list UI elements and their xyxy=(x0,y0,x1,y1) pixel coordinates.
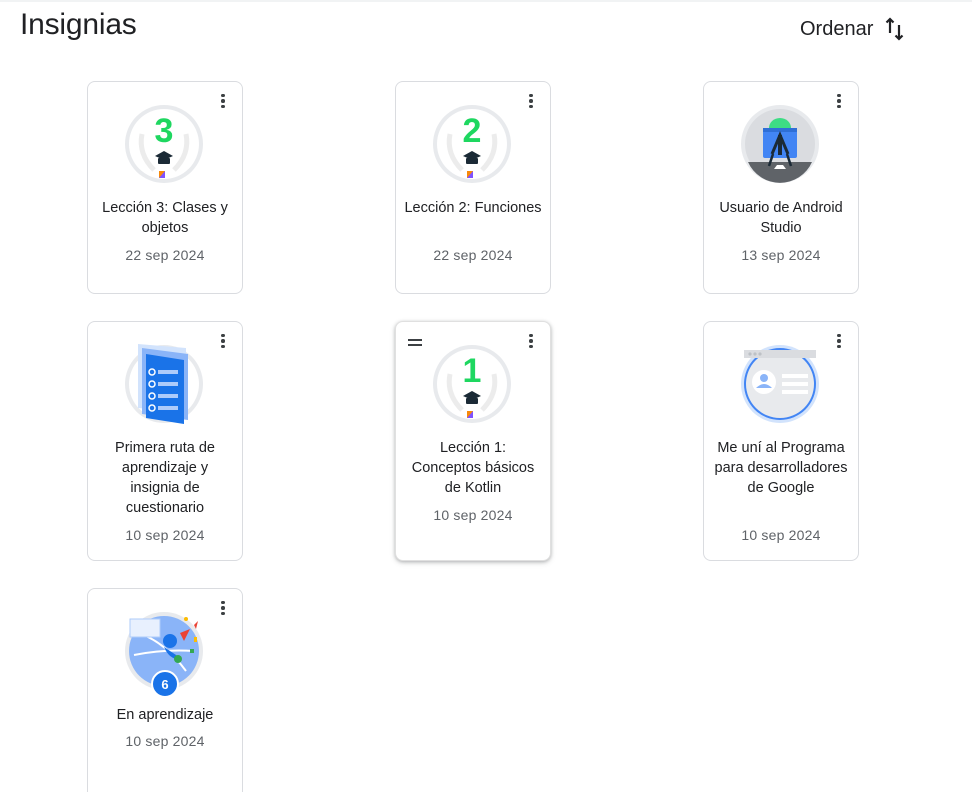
badge-date: 22 sep 2024 xyxy=(433,247,513,263)
more-options-icon[interactable] xyxy=(522,92,540,110)
sort-label: Ordenar xyxy=(800,17,874,40)
more-options-icon[interactable] xyxy=(214,92,232,110)
badge-number: 2 xyxy=(463,112,482,150)
badge-card[interactable]: Usuario de Android Studio 13 sep 2024 xyxy=(703,81,859,294)
more-options-icon[interactable] xyxy=(830,92,848,110)
more-options-icon[interactable] xyxy=(214,599,232,617)
badge-card[interactable]: 3 Lección 3: Clases y objetos 22 sep 202… xyxy=(87,81,243,294)
badge-date: 13 sep 2024 xyxy=(741,247,821,263)
badge-card[interactable]: Primera ruta de aprendizaje y insignia d… xyxy=(87,321,243,561)
badge-title: Primera ruta de aprendizaje y insignia d… xyxy=(115,440,215,516)
sort-arrows-icon xyxy=(886,17,904,41)
page-title: Insignias xyxy=(20,8,137,41)
badge-number: 3 xyxy=(155,112,174,150)
badge-date: 22 sep 2024 xyxy=(125,247,205,263)
badge-card[interactable]: Me uní al Programa para desarrolladores … xyxy=(703,321,859,561)
badge-card[interactable]: 2 Lección 2: Funciones 22 sep 2024 xyxy=(395,81,551,294)
android-studio-badge-icon xyxy=(740,104,820,184)
sort-button[interactable]: Ordenar xyxy=(800,14,907,44)
learning-count-badge: 6 xyxy=(151,670,179,698)
badge-date: 10 sep 2024 xyxy=(741,527,821,543)
developer-profile-badge-icon xyxy=(740,344,820,424)
more-options-icon[interactable] xyxy=(522,332,540,350)
kotlin-lesson-badge-icon: 2 xyxy=(432,104,512,184)
badge-date: 10 sep 2024 xyxy=(433,507,513,523)
badge-title: Me uní al Programa para desarrolladores … xyxy=(714,440,848,496)
badge-date: 10 sep 2024 xyxy=(125,733,205,749)
badge-date: 10 sep 2024 xyxy=(125,527,205,543)
badge-title: Lección 1: Conceptos básicos de Kotlin xyxy=(411,440,535,496)
quiz-pathway-badge-icon xyxy=(124,344,204,424)
badge-number: 1 xyxy=(463,352,482,390)
badge-title: En aprendizaje xyxy=(116,707,214,723)
badge-card[interactable]: 1 Lección 1: Conceptos básicos de Kotlin… xyxy=(395,321,551,561)
badge-title: Lección 3: Clases y objetos xyxy=(102,200,228,236)
drag-handle-icon[interactable] xyxy=(408,339,422,346)
more-options-icon[interactable] xyxy=(830,332,848,350)
badge-title: Lección 2: Funciones xyxy=(404,200,542,216)
kotlin-lesson-badge-icon: 1 xyxy=(432,344,512,424)
badge-title: Usuario de Android Studio xyxy=(719,200,843,236)
badge-card[interactable]: 6 En aprendizaje 10 sep 2024 xyxy=(87,588,243,792)
top-divider xyxy=(0,0,972,2)
more-options-icon[interactable] xyxy=(214,332,232,350)
kotlin-lesson-badge-icon: 3 xyxy=(124,104,204,184)
